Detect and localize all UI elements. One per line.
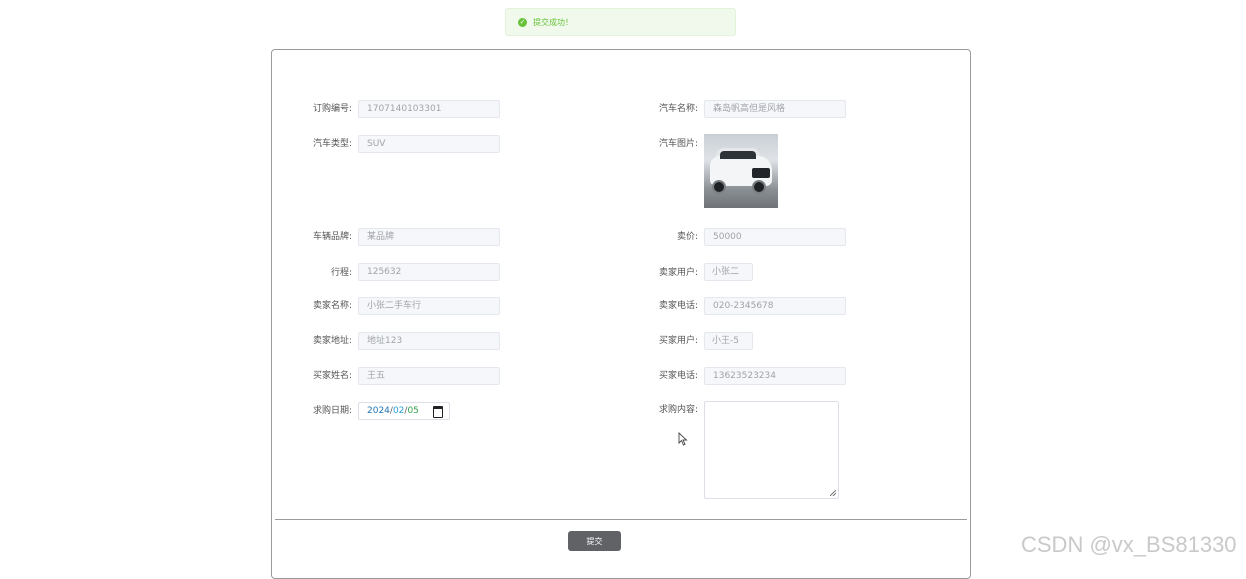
resize-handle-icon[interactable] — [830, 490, 836, 496]
order-form-panel: 订购编号: 1707140103301 汽车类型: SUV 车辆品牌: 某品牌 … — [271, 49, 971, 579]
seller-address-field[interactable]: 地址123 — [358, 332, 500, 350]
order-no-field[interactable]: 1707140103301 — [358, 100, 500, 118]
order-no-label: 订购编号: — [312, 104, 352, 114]
content-label: 求购内容: — [658, 405, 698, 415]
car-image-label: 汽车图片: — [658, 139, 698, 149]
buyer-name-label: 买家姓名: — [312, 371, 352, 381]
buyer-name-field[interactable]: 王五 — [358, 367, 500, 385]
mileage-field[interactable]: 125632 — [358, 263, 500, 281]
seller-phone-field[interactable]: 020-2345678 — [704, 297, 846, 315]
check-circle-icon: ✓ — [518, 17, 527, 27]
buyer-phone-label: 买家电话: — [658, 371, 698, 381]
buyer-user-label: 买家用户: — [658, 336, 698, 346]
date-month[interactable]: 02 — [393, 406, 404, 416]
car-type-label: 汽车类型: — [312, 139, 352, 149]
price-label: 卖价: — [676, 232, 698, 242]
car-type-field[interactable]: SUV — [358, 135, 500, 153]
success-toast: ✓ 提交成功！ — [505, 8, 736, 36]
divider — [275, 519, 967, 520]
purchase-date-label: 求购日期: — [312, 406, 352, 416]
seller-user-label: 卖家用户: — [658, 268, 698, 278]
watermark: CSDN @vx_BS81330 — [1021, 532, 1237, 557]
content-textarea[interactable] — [704, 401, 839, 499]
purchase-date-input[interactable]: 2024/02/05 — [358, 402, 450, 420]
seller-address-label: 卖家地址: — [312, 336, 352, 346]
calendar-icon[interactable] — [433, 406, 443, 418]
mileage-label: 行程: — [330, 268, 352, 278]
seller-user-field[interactable]: 小张二 — [704, 263, 753, 281]
brand-field[interactable]: 某品牌 — [358, 228, 500, 246]
date-day[interactable]: 05 — [407, 406, 418, 416]
price-field[interactable]: 50000 — [704, 228, 846, 246]
mouse-cursor-icon — [678, 432, 688, 446]
date-year[interactable]: 2024 — [367, 406, 390, 416]
seller-phone-label: 卖家电话: — [658, 301, 698, 311]
submit-button[interactable]: 提交 — [568, 531, 621, 551]
seller-name-field[interactable]: 小张二手车行 — [358, 297, 500, 315]
brand-label: 车辆品牌: — [312, 232, 352, 242]
seller-name-label: 卖家名称: — [312, 301, 352, 311]
car-image — [704, 134, 778, 208]
buyer-user-field[interactable]: 小王-5 — [704, 332, 753, 350]
car-name-field[interactable]: 森岛帆高但是风格 — [704, 100, 846, 118]
car-name-label: 汽车名称: — [658, 104, 698, 114]
buyer-phone-field[interactable]: 13623523234 — [704, 367, 846, 385]
toast-message: 提交成功！ — [533, 17, 573, 27]
